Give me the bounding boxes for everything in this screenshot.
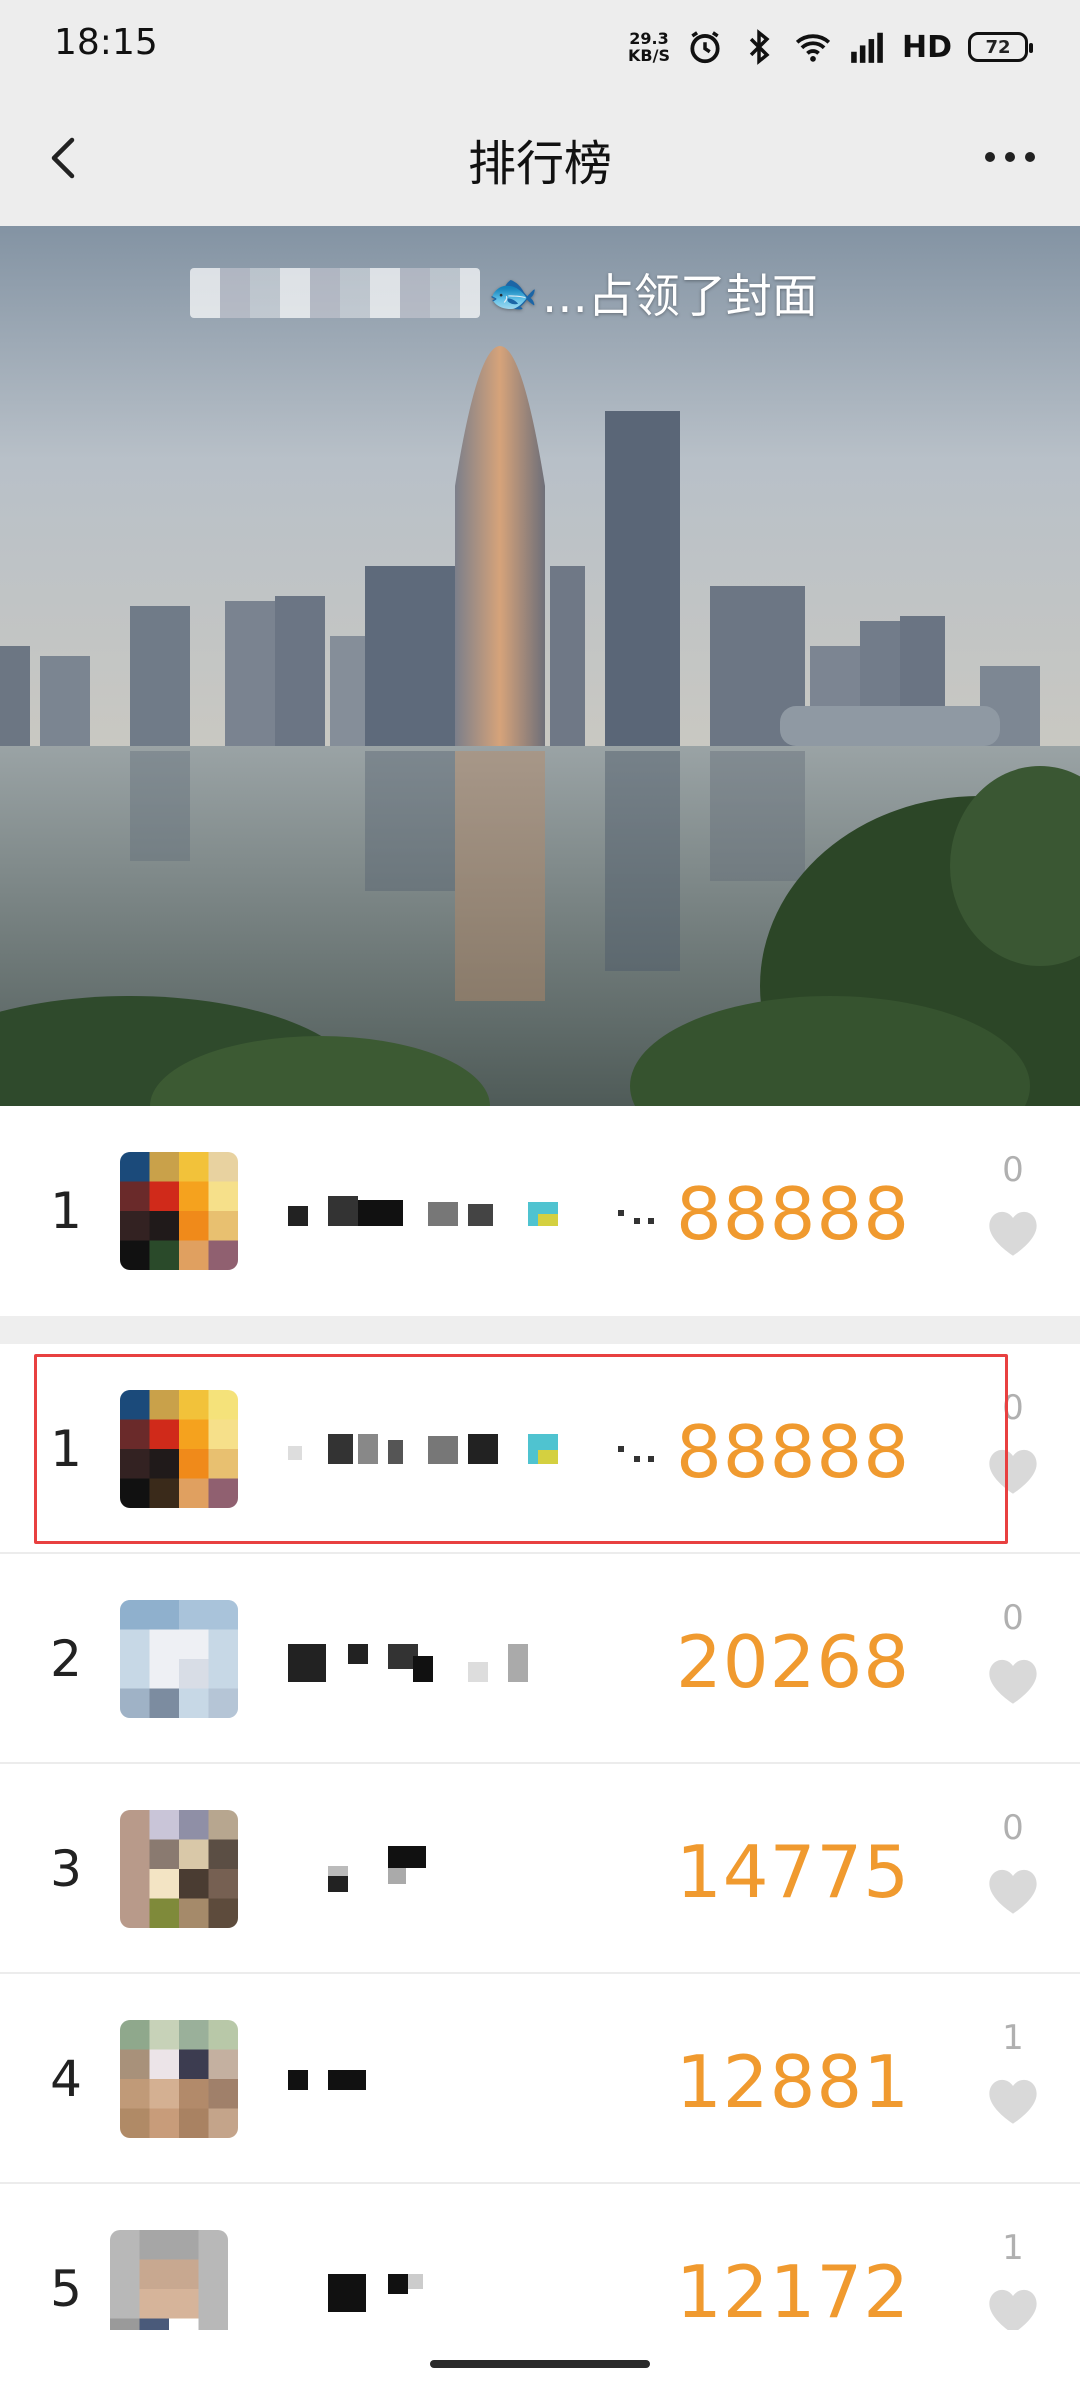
score: 14775 — [675, 1830, 910, 1914]
username-blurred — [288, 1846, 678, 1892]
score: 12172 — [675, 2250, 910, 2334]
battery-level: 72 — [985, 36, 1011, 58]
username-blurred — [288, 1636, 678, 1682]
signal-icon — [851, 32, 883, 63]
score: 88888 — [675, 1172, 910, 1256]
city-skyline-illustration — [0, 226, 1080, 1106]
avatar[interactable] — [120, 1810, 238, 1928]
heart-icon[interactable] — [984, 1864, 1042, 1916]
heart-icon[interactable] — [984, 2074, 1042, 2126]
network-speed: 29.3 KB/S — [628, 30, 670, 64]
home-indicator[interactable] — [430, 2360, 650, 2368]
status-bar: 18:15 29.3 KB/S HD 72 — [0, 0, 1080, 92]
rank-number: 5 — [50, 2260, 82, 2318]
cover-caption-text: …占领了封面 — [541, 269, 818, 323]
fish-emoji-icon: 🐟 — [488, 270, 538, 317]
network-speed-value: 29.3 — [629, 29, 669, 48]
heart-icon[interactable] — [984, 1654, 1042, 1706]
username-blurred — [288, 2056, 678, 2102]
username-blurred — [288, 1188, 678, 1234]
section-gap — [0, 1316, 1080, 1344]
heart-icon[interactable] — [984, 2284, 1042, 2336]
like-count: 1 — [1002, 2228, 1024, 2268]
score: 20268 — [675, 1620, 910, 1704]
status-icons: 29.3 KB/S HD 72 — [628, 22, 1033, 72]
my-rank-row[interactable]: 1 88888 0 — [0, 1106, 1080, 1316]
avatar[interactable] — [120, 2020, 238, 2138]
ranking-row[interactable]: 4 12881 1 — [0, 1974, 1080, 2184]
avatar[interactable] — [120, 1600, 238, 1718]
gesture-bar — [0, 2330, 1080, 2400]
rank-number: 1 — [50, 1182, 82, 1240]
cover-caption: 🐟 …占领了封面 — [190, 260, 818, 326]
more-icon[interactable] — [970, 122, 1050, 192]
like-count: 0 — [1002, 1150, 1024, 1190]
highlight-box — [34, 1354, 1008, 1544]
score: 12881 — [675, 2040, 910, 2124]
battery-icon: 72 — [968, 32, 1033, 62]
like-count: 1 — [1002, 2018, 1024, 2058]
page-title: 排行榜 — [467, 136, 612, 192]
hd-indicator: HD — [901, 29, 952, 65]
status-time: 18:15 — [54, 22, 158, 63]
ranking-row[interactable]: 2 20268 0 — [0, 1554, 1080, 1764]
alarm-icon — [690, 31, 720, 64]
wifi-icon — [795, 34, 831, 62]
like-count: 0 — [1002, 1808, 1024, 1848]
nav-bar: 排行榜 — [0, 92, 1080, 226]
avatar[interactable] — [120, 1152, 238, 1270]
like-count: 0 — [1002, 1598, 1024, 1638]
heart-icon[interactable] — [984, 1206, 1042, 1258]
rank-number: 4 — [50, 2050, 82, 2108]
rank-number: 3 — [50, 1840, 82, 1898]
rank-number: 2 — [50, 1630, 82, 1688]
cover-image: 🐟 …占领了封面 — [0, 226, 1080, 1106]
blurred-username — [190, 268, 480, 318]
username-blurred — [288, 2266, 678, 2312]
bluetooth-icon — [749, 29, 770, 65]
ranking-row[interactable]: 3 14775 0 — [0, 1764, 1080, 1974]
network-speed-unit: KB/S — [628, 46, 670, 65]
